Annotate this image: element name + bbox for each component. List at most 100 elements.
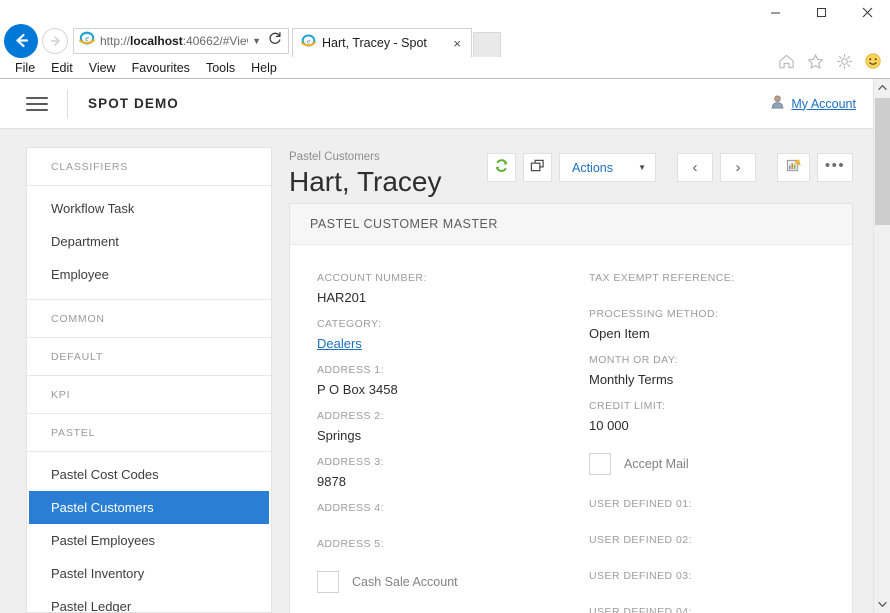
scroll-down-icon[interactable]: [874, 596, 890, 613]
checkbox-label: Accept Mail: [624, 457, 689, 471]
home-icon[interactable]: [775, 50, 797, 72]
browser-window: e http://localhost:40662/#Viewl ▼ e: [0, 0, 890, 613]
report-button[interactable]: [777, 153, 810, 182]
sidebar-items-classifiers: Workflow Task Department Employee: [27, 186, 271, 300]
smiley-feedback-icon[interactable]: [862, 50, 884, 72]
tab-title: Hart, Tracey - Spot: [322, 36, 427, 50]
field-tax-exempt-reference: TAX EXEMPT REFERENCE:: [589, 269, 852, 287]
form-column-left: ACCOUNT NUMBER: HAR201 CATEGORY: Dealers…: [290, 269, 571, 613]
record-header: Pastel Customers Hart, Tracey Actions ▼ …: [289, 147, 853, 203]
scrollbar-thumb[interactable]: [875, 98, 890, 225]
record-toolbar: Actions ▼ ‹ › •••: [487, 147, 853, 182]
sidebar-item-department[interactable]: Department: [27, 225, 271, 258]
field-label: ADDRESS 5:: [317, 538, 384, 550]
address-dropdown-icon[interactable]: ▼: [248, 36, 268, 46]
hamburger-menu-icon[interactable]: [26, 96, 48, 111]
sidebar-item-pastel-inventory[interactable]: Pastel Inventory: [27, 557, 271, 590]
checkbox-accept-mail[interactable]: Accept Mail: [589, 453, 852, 475]
field-label: ADDRESS 1:: [317, 364, 384, 376]
back-button[interactable]: [4, 23, 38, 58]
menu-item-file[interactable]: File: [7, 61, 43, 75]
navigation-sidebar: CLASSIFIERS Workflow Task Department Emp…: [26, 147, 272, 613]
sidebar-item-pastel-cost-codes[interactable]: Pastel Cost Codes: [27, 458, 271, 491]
tab-close-icon[interactable]: ×: [449, 37, 465, 50]
checkbox-label: Cash Sale Account: [352, 575, 458, 589]
field-account-number: ACCOUNT NUMBER: HAR201: [317, 269, 571, 308]
menu-item-edit[interactable]: Edit: [43, 61, 81, 75]
field-label: USER DEFINED 03:: [589, 570, 692, 582]
sidebar-group-pastel[interactable]: PASTEL: [27, 414, 271, 452]
field-value: Open Item: [589, 326, 650, 341]
field-value: Springs: [317, 428, 362, 443]
checkbox-cash-sale-account[interactable]: Cash Sale Account: [317, 571, 571, 593]
sidebar-item-workflow-task[interactable]: Workflow Task: [27, 192, 271, 225]
actions-label: Actions: [572, 160, 613, 175]
browser-tab[interactable]: e Hart, Tracey - Spot ×: [292, 28, 472, 57]
menu-item-tools[interactable]: Tools: [198, 61, 243, 75]
maximize-icon[interactable]: [798, 0, 844, 24]
field-label: MONTH OR DAY:: [589, 354, 679, 366]
svg-text:e: e: [85, 34, 89, 43]
field-label: CREDIT LIMIT:: [589, 400, 666, 412]
field-category: CATEGORY: Dealers: [317, 315, 571, 354]
address-bar[interactable]: e http://localhost:40662/#Viewl ▼: [73, 27, 289, 54]
menu-item-view[interactable]: View: [81, 61, 124, 75]
actions-dropdown-button[interactable]: Actions ▼: [559, 153, 656, 182]
new-tab-button[interactable]: [473, 32, 501, 57]
main-panel: Pastel Customers Hart, Tracey Actions ▼ …: [272, 147, 874, 613]
report-icon: [786, 158, 801, 178]
ellipsis-icon: •••: [824, 157, 846, 174]
field-address-5: ADDRESS 5:: [317, 535, 571, 553]
card-title: PASTEL CUSTOMER MASTER: [290, 204, 852, 245]
field-address-1: ADDRESS 1: P O Box 3458: [317, 361, 571, 400]
my-account-link[interactable]: My Account: [791, 97, 856, 111]
field-address-2: ADDRESS 2: Springs: [317, 407, 571, 446]
scroll-up-icon[interactable]: [874, 79, 890, 96]
open-in-new-window-button[interactable]: [523, 153, 552, 182]
header-divider: [67, 89, 68, 118]
field-label: ADDRESS 4:: [317, 502, 384, 514]
field-label: TAX EXEMPT REFERENCE:: [589, 272, 735, 284]
field-month-or-day: MONTH OR DAY: Monthly Terms: [589, 351, 852, 390]
refresh-button[interactable]: [487, 153, 516, 182]
field-label: CATEGORY:: [317, 318, 382, 330]
minimize-icon[interactable]: [752, 0, 798, 24]
field-value: 9878: [317, 474, 346, 489]
forward-button[interactable]: [42, 27, 68, 54]
sidebar-item-pastel-customers[interactable]: Pastel Customers: [29, 491, 269, 524]
next-record-button[interactable]: ›: [720, 153, 756, 182]
field-value: 10 000: [589, 418, 629, 433]
field-label: USER DEFINED 01:: [589, 498, 692, 510]
field-value-link[interactable]: Dealers: [317, 333, 571, 354]
refresh-icon: [494, 158, 509, 178]
sidebar-group-common[interactable]: COMMON: [27, 300, 271, 338]
chevron-down-icon: ▼: [638, 163, 646, 172]
card-body: ACCOUNT NUMBER: HAR201 CATEGORY: Dealers…: [290, 245, 852, 613]
menu-item-help[interactable]: Help: [243, 61, 285, 75]
menu-bar: File Edit View Favourites Tools Help: [0, 57, 890, 79]
tab-favicon-icon: e: [301, 33, 316, 53]
more-options-button[interactable]: •••: [817, 153, 853, 182]
chevron-right-icon: ›: [735, 159, 741, 176]
close-icon[interactable]: [844, 0, 890, 24]
previous-record-button[interactable]: ‹: [677, 153, 713, 182]
navigation-bar: e http://localhost:40662/#Viewl ▼ e: [0, 23, 890, 69]
internet-explorer-icon: e: [79, 30, 95, 51]
sidebar-item-pastel-ledger[interactable]: Pastel Ledger: [27, 590, 271, 612]
record-card: PASTEL CUSTOMER MASTER ACCOUNT NUMBER: H…: [289, 203, 853, 613]
favorites-star-icon[interactable]: [804, 50, 826, 72]
sidebar-item-employee[interactable]: Employee: [27, 258, 271, 291]
breadcrumb-label: Pastel Customers: [289, 151, 380, 163]
breadcrumb: Pastel Customers Hart, Tracey: [289, 147, 441, 200]
sidebar-item-pastel-employees[interactable]: Pastel Employees: [27, 524, 271, 557]
sidebar-group-kpi[interactable]: KPI: [27, 376, 271, 414]
menu-item-favourites[interactable]: Favourites: [124, 61, 198, 75]
page-scrollbar[interactable]: [873, 79, 890, 613]
checkbox-input[interactable]: [317, 571, 339, 593]
field-credit-limit: CREDIT LIMIT: 10 000: [589, 397, 852, 436]
settings-gear-icon[interactable]: [833, 50, 855, 72]
reload-icon[interactable]: [268, 31, 284, 50]
checkbox-input[interactable]: [589, 453, 611, 475]
sidebar-items-pastel: Pastel Cost Codes Pastel Customers Paste…: [27, 452, 271, 612]
sidebar-group-default[interactable]: DEFAULT: [27, 338, 271, 376]
